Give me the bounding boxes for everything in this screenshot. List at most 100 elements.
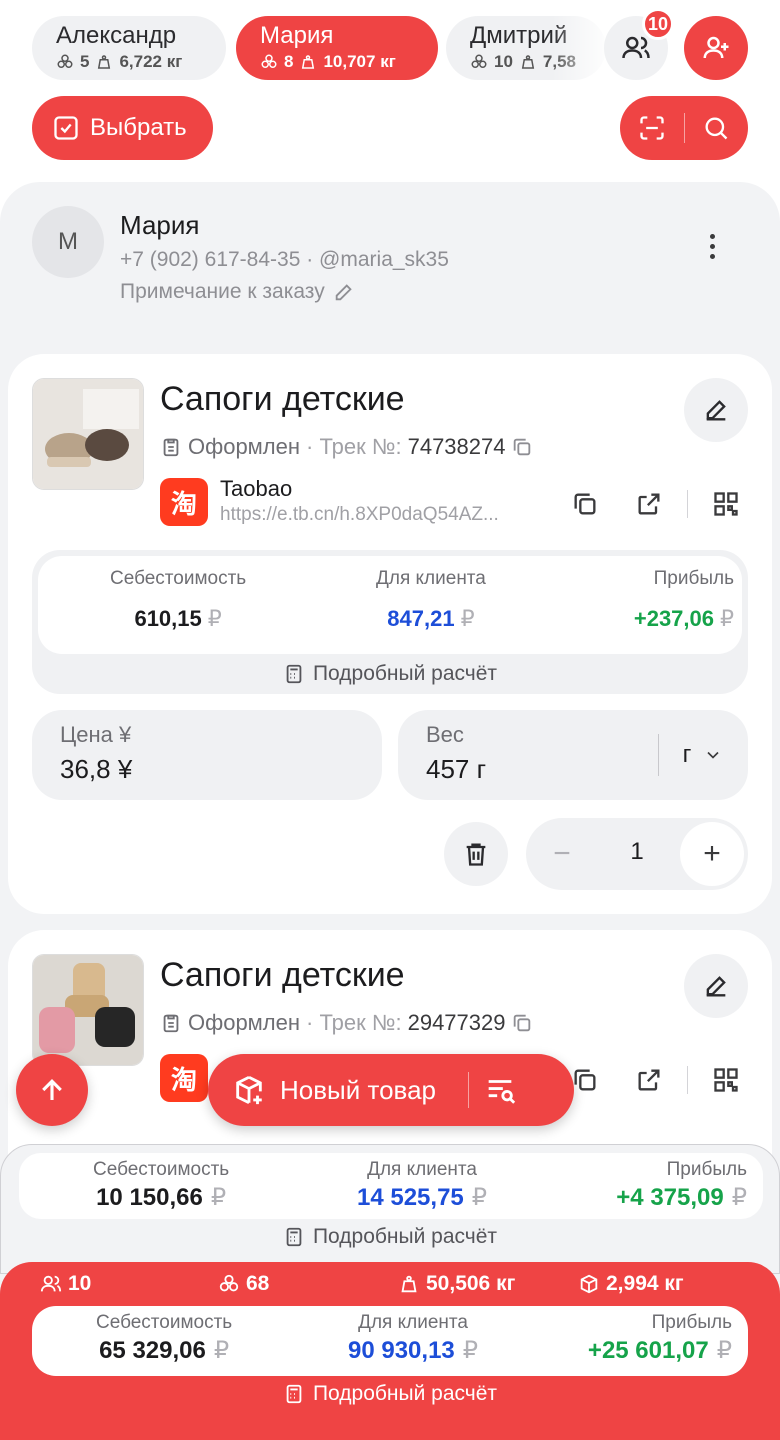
product-title: Сапоги детские [160, 380, 405, 418]
client-price-label: Для клиента [358, 1312, 468, 1333]
total-items: 68 [218, 1272, 269, 1296]
delete-button[interactable] [444, 822, 508, 886]
filter-search-icon[interactable] [483, 1073, 517, 1107]
qr-code-icon [714, 1068, 738, 1092]
currency: ₽ [731, 1184, 747, 1211]
notifications-badge: 10 [642, 8, 674, 40]
client-tab-items: 10 [494, 52, 513, 71]
select-label: Выбрать [90, 114, 187, 141]
detailed-calculation-label: Подробный расчёт [312, 662, 498, 685]
cost-value: 610,15 [134, 606, 202, 631]
edit-product-button[interactable] [684, 954, 748, 1018]
users-icon [622, 36, 650, 59]
copy-icon [574, 493, 596, 515]
qr-code-button[interactable] [694, 484, 758, 524]
cost-value: 10 150,66 [96, 1184, 203, 1211]
price-field[interactable]: Цена ¥ 36,8 ¥ [32, 710, 382, 800]
profit-value: +25 601,07 [587, 1337, 709, 1364]
client-tab-aleksandr[interactable]: Александр 5 6,722 кг [32, 16, 226, 80]
client-tab-mariya[interactable]: Мария 8 10,707 кг [236, 16, 438, 80]
weight-icon [521, 55, 535, 69]
arrow-up-icon [42, 1079, 62, 1100]
price-value: 36,8 ¥ [60, 754, 133, 784]
price-calculation: Себестоимость 610,15 ₽ Для клиента 847,21… [32, 550, 748, 694]
cost-label: Себестоимость [93, 1159, 230, 1180]
total-clients: 10 [40, 1272, 91, 1296]
client-price-value: 14 525,75 [357, 1184, 464, 1211]
copy-link-button[interactable] [553, 484, 617, 524]
profit-label: Прибыль [653, 568, 734, 589]
client-tab-items: 5 [80, 52, 90, 71]
track-label: · Трек №: [306, 1010, 402, 1035]
scan-icon [640, 116, 664, 140]
client-price-value: 90 930,13 [348, 1337, 455, 1364]
increment-button[interactable]: + [680, 822, 744, 886]
product-title: Сапоги детские [160, 956, 405, 994]
copy-icon[interactable] [511, 1012, 533, 1034]
items-icon [261, 54, 277, 68]
weight-field[interactable]: Вес 457 г г [398, 710, 748, 800]
currency: ₽ [720, 606, 734, 631]
new-item-label: Новый товар [280, 1074, 436, 1105]
taobao-logo: 淘 [160, 478, 208, 526]
currency: ₽ [462, 1337, 479, 1364]
taobao-logo: 淘 [160, 1054, 208, 1102]
order-note[interactable]: Примечание к заказу [120, 280, 355, 304]
clipboard-icon [163, 1014, 179, 1033]
total-summary: 10 68 50,506 кг 2,994 кг Себестоимость 6… [0, 1262, 780, 1440]
store-url: https://e.tb.cn/h.8XP0daQ54AZ... [220, 504, 499, 525]
add-package-icon [236, 1075, 262, 1105]
client-tab-name: Александр [56, 22, 177, 49]
order-client-name: Мария [120, 210, 200, 240]
weight-icon [401, 1275, 417, 1293]
new-item-button[interactable]: Новый товар [208, 1054, 574, 1126]
calculator-icon [286, 1227, 302, 1247]
scan-button[interactable] [620, 96, 684, 160]
open-link-button[interactable] [617, 484, 681, 524]
search-icon [705, 117, 728, 140]
copy-icon[interactable] [511, 436, 533, 458]
cost-label: Себестоимость [110, 568, 247, 589]
product-status: Оформлен [188, 434, 301, 459]
add-client-button[interactable] [684, 16, 748, 80]
clipboard-icon [163, 438, 179, 457]
copy-icon [574, 1069, 596, 1091]
weight-unit-select[interactable]: г [658, 710, 748, 800]
product-image[interactable] [32, 954, 144, 1066]
scroll-top-button[interactable] [16, 1054, 88, 1126]
client-price-value: 847,21 [387, 606, 455, 631]
product-image[interactable] [32, 378, 144, 490]
client-tab-weight: 6,722 кг [119, 52, 183, 71]
currency: ₽ [460, 606, 475, 631]
weight-label: Вес [426, 722, 464, 747]
open-link-button[interactable] [617, 1060, 681, 1100]
items-icon [471, 54, 487, 68]
weight-icon [302, 55, 315, 69]
detailed-calculation-link[interactable]: Подробный расчёт [0, 1382, 780, 1406]
calculator-icon [286, 1384, 302, 1404]
items-icon [57, 54, 73, 68]
order-client-contact: +7 (902) 617-84-35 · @maria_sk35 [120, 248, 449, 271]
currency: ₽ [207, 606, 222, 631]
more-options-icon[interactable] [696, 226, 728, 266]
select-button[interactable]: Выбрать [32, 96, 213, 160]
store-link[interactable]: 淘 Taobao https://e.tb.cn/h.8XP0daQ54AZ..… [160, 476, 560, 526]
product-status: Оформлен [188, 1010, 301, 1035]
detailed-calculation-link[interactable]: Подробный расчёт [32, 662, 748, 686]
client-price-label: Для клиента [376, 568, 486, 589]
package-icon [580, 1274, 598, 1294]
edit-product-button[interactable] [684, 378, 748, 442]
detailed-calculation-link[interactable]: Подробный расчёт [1, 1225, 779, 1249]
order-client-header: М Мария +7 (902) 617-84-35 · @maria_sk35… [32, 206, 748, 316]
client-price-label: Для клиента [367, 1159, 477, 1180]
currency: ₽ [210, 1184, 227, 1211]
scan-search-group [620, 96, 748, 160]
search-button[interactable] [685, 96, 749, 160]
qr-code-button[interactable] [694, 1060, 758, 1100]
edit-icon [706, 976, 726, 997]
clients-list-button[interactable]: 10 [604, 8, 674, 80]
edit-icon [706, 400, 726, 421]
client-tab-items: 8 [284, 52, 294, 71]
profit-value: +237,06 [633, 606, 714, 631]
track-label: · Трек №: [306, 434, 402, 459]
